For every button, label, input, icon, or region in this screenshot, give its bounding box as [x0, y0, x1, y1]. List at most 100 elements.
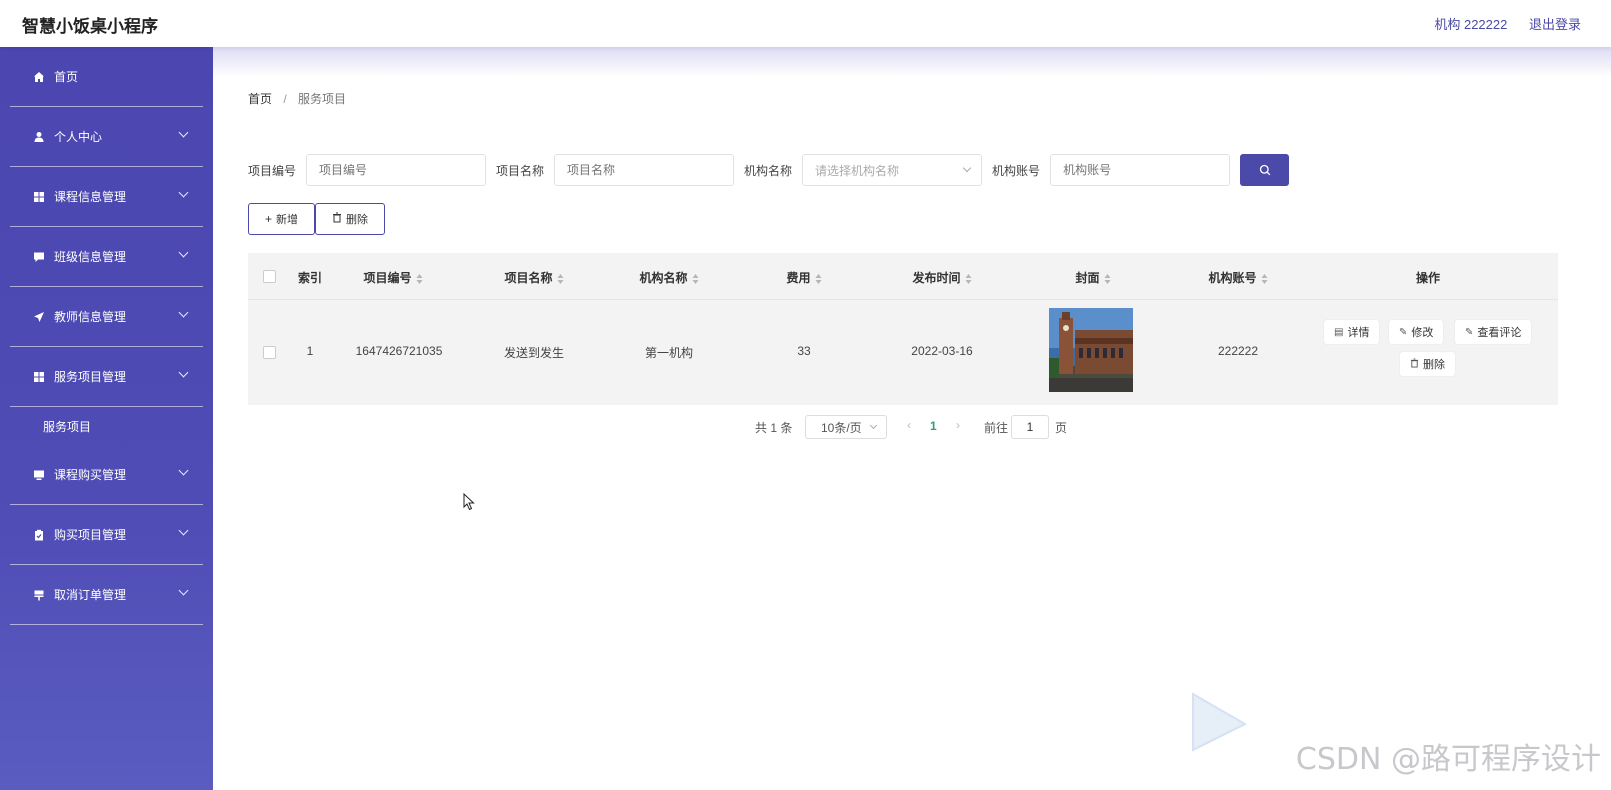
- cover-image[interactable]: [1049, 308, 1133, 392]
- project-name-label: 项目名称: [496, 163, 545, 178]
- edit-icon: ✎: [1399, 326, 1408, 338]
- sort-icon: [1104, 273, 1111, 284]
- cell-project-code: 1647426721035: [355, 344, 443, 358]
- th-label: 封面: [1075, 271, 1100, 285]
- action-bar: + 新增 删除: [248, 203, 386, 235]
- detail-button-label: 详情: [1347, 327, 1370, 339]
- sidebar: 首页 个人中心 课程信息管理 班级信息管理 教师信息管理 服务项目管理 服务项目…: [0, 47, 213, 790]
- plus-icon: +: [265, 212, 273, 226]
- th-label: 发布时间: [912, 271, 961, 285]
- goto-page-input[interactable]: 1: [1011, 415, 1049, 439]
- th-label: 机构账号: [1208, 271, 1257, 285]
- row-checkbox[interactable]: [263, 346, 276, 359]
- pagination-total: 共 1 条: [755, 421, 793, 435]
- sidebar-item-label: 班级信息管理: [54, 250, 127, 264]
- sidebar-item-course-purchase[interactable]: 课程购买管理: [10, 445, 203, 505]
- main-content: 首页 / 服务项目 项目编号 项目名称 机构名称 请选择机构名称 机构账号 + …: [213, 47, 1611, 790]
- edit-button-label: 修改: [1411, 327, 1434, 339]
- edit-button[interactable]: ✎ 修改: [1389, 320, 1444, 344]
- search-button[interactable]: [1240, 154, 1290, 186]
- search-form: 项目编号 项目名称 机构名称 请选择机构名称 机构账号: [248, 154, 1290, 186]
- chevron-down-icon: [178, 465, 189, 476]
- project-code-input[interactable]: [306, 154, 487, 186]
- sidebar-item-personal-center[interactable]: 个人中心: [10, 107, 203, 167]
- table-header: 索引 项目编号 项目名称 机构名称 费用 发布时间 封面 机构账号 操作: [248, 253, 1558, 300]
- sort-icon: [1261, 273, 1268, 284]
- document-icon: ▤: [1334, 326, 1344, 338]
- sidebar-item-label: 教师信息管理: [54, 310, 127, 324]
- pagination: 共 1 条 10条/页 ‹ 1 › 前往 1 页: [213, 415, 1611, 441]
- breadcrumb-current: 服务项目: [298, 92, 347, 106]
- th-project-code[interactable]: 项目编号: [363, 269, 423, 286]
- sidebar-item-label: 课程购买管理: [54, 468, 127, 482]
- grid-icon: [32, 190, 46, 204]
- chevron-down-icon: [178, 585, 189, 596]
- th-label: 项目编号: [363, 271, 412, 285]
- cell-fee: 33: [797, 344, 811, 358]
- breadcrumb-home[interactable]: 首页: [248, 92, 272, 106]
- user-label: 机构 222222: [1434, 17, 1508, 32]
- sidebar-item-label: 服务项目管理: [54, 370, 127, 384]
- table-row: 1 1647426721035 发送到发生 第一机构 33 2022-03-16: [248, 300, 1558, 404]
- cell-project-name: 发送到发生: [503, 346, 565, 360]
- prev-page-button[interactable]: ‹: [907, 418, 911, 432]
- sidebar-item-home[interactable]: 首页: [10, 47, 203, 107]
- th-org-account[interactable]: 机构账号: [1208, 269, 1268, 286]
- th-publish-date[interactable]: 发布时间: [912, 269, 972, 286]
- add-button-label: 新增: [276, 214, 299, 226]
- sort-icon: [557, 273, 564, 284]
- edit-icon: ✎: [1465, 326, 1474, 338]
- th-fee[interactable]: 费用: [786, 269, 822, 286]
- chevron-down-icon: [178, 187, 189, 198]
- project-name-input[interactable]: [554, 154, 735, 186]
- user-icon: [32, 130, 46, 144]
- project-code-label: 项目编号: [248, 163, 297, 178]
- top-right-area: 机构 222222 退出登录: [1416, 14, 1581, 33]
- search-icon: [1259, 164, 1270, 176]
- add-button[interactable]: + 新增: [248, 203, 316, 235]
- delete-button[interactable]: 删除: [315, 203, 386, 235]
- watermark-text: CSDN @路可程序设计: [1295, 742, 1601, 777]
- th-index: 索引: [297, 271, 323, 285]
- view-comments-button[interactable]: ✎ 查看评论: [1455, 320, 1532, 344]
- th-org-name[interactable]: 机构名称: [639, 269, 699, 286]
- sidebar-item-label: 个人中心: [54, 130, 103, 144]
- view-comments-button-label: 查看评论: [1477, 327, 1522, 339]
- org-name-label: 机构名称: [744, 163, 793, 178]
- delete-button-label: 删除: [346, 214, 369, 226]
- sidebar-item-label: 首页: [54, 70, 79, 84]
- row-delete-button[interactable]: 删除: [1400, 352, 1455, 376]
- page-size-select[interactable]: 10条/页: [805, 415, 887, 439]
- current-page[interactable]: 1: [930, 419, 937, 433]
- sort-icon: [965, 273, 972, 284]
- th-cover[interactable]: 封面: [1075, 269, 1111, 286]
- chevron-down-icon: [869, 421, 878, 430]
- logout-link[interactable]: 退出登录: [1529, 17, 1581, 32]
- cell-publish-date: 2022-03-16: [911, 344, 973, 358]
- sidebar-item-class-info[interactable]: 班级信息管理: [10, 227, 203, 287]
- chevron-down-icon: [178, 127, 189, 138]
- select-all-checkbox[interactable]: [263, 270, 276, 283]
- sidebar-item-label: 取消订单管理: [54, 588, 127, 602]
- chevron-down-icon: [178, 525, 189, 536]
- goto-label: 前往: [984, 421, 1009, 435]
- row-delete-button-label: 删除: [1423, 359, 1445, 371]
- sidebar-item-purchase-project[interactable]: 购买项目管理: [10, 505, 203, 565]
- cell-org-name: 第一机构: [644, 346, 694, 360]
- sidebar-item-course-info[interactable]: 课程信息管理: [10, 167, 203, 227]
- next-page-button[interactable]: ›: [956, 418, 960, 432]
- org-name-select[interactable]: 请选择机构名称: [802, 154, 983, 186]
- header-shadow: [213, 47, 1611, 77]
- goto-suffix: 页: [1055, 421, 1068, 435]
- detail-button[interactable]: ▤ 详情: [1324, 320, 1380, 344]
- sidebar-item-cancel-order[interactable]: 取消订单管理: [10, 565, 203, 625]
- th-label: 机构名称: [639, 271, 688, 285]
- sidebar-item-label: 课程信息管理: [54, 190, 127, 204]
- th-project-name[interactable]: 项目名称: [504, 269, 564, 286]
- org-account-input[interactable]: [1050, 154, 1231, 186]
- sidebar-item-service-project[interactable]: 服务项目管理: [10, 347, 203, 407]
- sidebar-subitem-service-project[interactable]: 服务项目: [10, 407, 203, 445]
- org-account-label: 机构账号: [992, 163, 1041, 178]
- sidebar-item-teacher-info[interactable]: 教师信息管理: [10, 287, 203, 347]
- home-icon: [32, 70, 46, 84]
